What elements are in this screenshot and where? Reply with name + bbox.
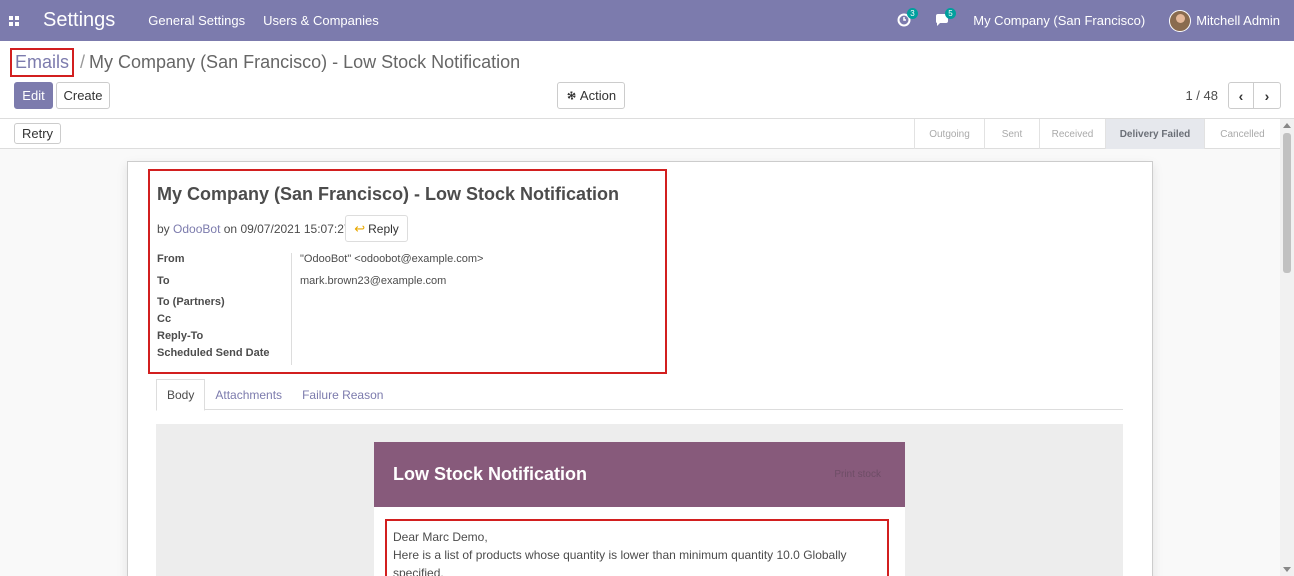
form-statusbar: Retry Outgoing Sent Received Delivery Fa… bbox=[0, 119, 1294, 149]
tab-failure-reason[interactable]: Failure Reason bbox=[292, 379, 393, 410]
status-step-delivery-failed[interactable]: Delivery Failed bbox=[1105, 119, 1204, 149]
chevron-left-icon: ‹ bbox=[1238, 87, 1244, 104]
status-step-received[interactable]: Received bbox=[1039, 119, 1105, 149]
control-panel: Emails / My Company (San Francisco) - Lo… bbox=[0, 41, 1294, 119]
mail-author-link[interactable]: OdooBot bbox=[173, 222, 220, 236]
action-label: Action bbox=[579, 88, 617, 103]
status-step-cancelled[interactable]: Cancelled bbox=[1204, 119, 1280, 149]
field-label-scheduled-date: Scheduled Send Date bbox=[157, 347, 270, 359]
action-button[interactable]: Action bbox=[557, 82, 625, 109]
email-title: Low Stock Notification bbox=[393, 464, 588, 484]
reply-arrow-icon: ↩ bbox=[354, 220, 366, 236]
messages-chat-icon[interactable]: 5 bbox=[935, 7, 956, 29]
activity-count-badge: 3 bbox=[907, 7, 918, 19]
reply-label: Reply bbox=[368, 221, 399, 236]
mail-header-box: My Company (San Francisco) - Low Stock N… bbox=[148, 169, 667, 374]
mail-date: 09/07/2021 15:07:27 bbox=[240, 222, 351, 236]
company-switcher[interactable]: My Company (San Francisco) bbox=[973, 13, 1145, 28]
activity-clock-icon[interactable]: 3 bbox=[897, 7, 918, 29]
scroll-down-arrow-icon[interactable] bbox=[1283, 567, 1291, 572]
messages-count-badge: 5 bbox=[945, 7, 956, 19]
status-step-sent[interactable]: Sent bbox=[984, 119, 1039, 149]
edit-button[interactable]: Edit bbox=[14, 82, 53, 109]
field-label-from: From bbox=[157, 253, 185, 265]
retry-button[interactable]: Retry bbox=[14, 123, 61, 144]
breadcrumb-emails-link[interactable]: Emails bbox=[10, 48, 75, 77]
chevron-right-icon: › bbox=[1264, 87, 1270, 104]
print-link[interactable]: Print stock bbox=[834, 469, 881, 480]
mail-subject: My Company (San Francisco) - Low Stock N… bbox=[157, 184, 620, 204]
email-content-box: Dear Marc Demo, Here is a list of produc… bbox=[385, 519, 889, 576]
form-sheet: My Company (San Francisco) - Low Stock N… bbox=[127, 161, 1153, 576]
user-avatar[interactable] bbox=[1169, 9, 1192, 32]
field-label-cc: Cc bbox=[157, 313, 172, 325]
gear-icon bbox=[567, 91, 576, 100]
field-label-to: To bbox=[157, 275, 170, 287]
pager-value[interactable]: 1 / 48 bbox=[1185, 88, 1218, 103]
email-header: Low Stock Notification Print stock bbox=[374, 442, 905, 507]
apps-menu-icon[interactable] bbox=[0, 0, 28, 41]
fields-divider bbox=[291, 253, 292, 365]
status-steps: Outgoing Sent Received Delivery Failed C… bbox=[914, 119, 1280, 149]
breadcrumb-separator: / bbox=[80, 52, 86, 72]
field-label-to-partners: To (Partners) bbox=[157, 296, 225, 308]
create-button[interactable]: Create bbox=[56, 82, 110, 109]
mail-byline: by OdooBot on 09/07/2021 15:07:27 bbox=[157, 222, 351, 236]
notebook-tabs: Body Attachments Failure Reason bbox=[156, 379, 1123, 411]
top-navbar: Settings General Settings Users & Compan… bbox=[0, 0, 1294, 41]
menu-general-settings[interactable]: General Settings bbox=[148, 13, 245, 28]
pager-previous-button[interactable]: ‹ bbox=[1228, 82, 1254, 109]
by-prefix: by bbox=[157, 222, 170, 236]
email-card: Low Stock Notification Print stock Dear … bbox=[374, 442, 905, 576]
email-text: Here is a list of products whose quantit… bbox=[393, 548, 847, 576]
tab-body[interactable]: Body bbox=[156, 379, 206, 411]
email-greeting: Dear Marc Demo, bbox=[393, 530, 488, 544]
field-value-from: "OdooBot" <odoobot@example.com> bbox=[300, 253, 484, 265]
scrollbar[interactable] bbox=[1280, 119, 1294, 576]
date-prefix: on bbox=[223, 222, 238, 236]
user-menu[interactable]: Mitchell Admin bbox=[1196, 13, 1280, 28]
scrollbar-thumb[interactable] bbox=[1283, 133, 1291, 273]
tab-attachments[interactable]: Attachments bbox=[205, 379, 292, 410]
status-step-outgoing[interactable]: Outgoing bbox=[914, 119, 984, 149]
menu-users-companies[interactable]: Users & Companies bbox=[263, 13, 379, 28]
field-value-to: mark.brown23@example.com bbox=[300, 275, 447, 287]
reply-button[interactable]: ↩ Reply bbox=[345, 215, 408, 242]
field-label-reply-to: Reply-To bbox=[157, 330, 204, 342]
breadcrumb: Emails / My Company (San Francisco) - Lo… bbox=[10, 48, 520, 77]
app-title[interactable]: Settings bbox=[43, 9, 115, 32]
breadcrumb-current: My Company (San Francisco) - Low Stock N… bbox=[89, 52, 521, 72]
scroll-up-arrow-icon[interactable] bbox=[1283, 123, 1291, 128]
pager-next-button[interactable]: › bbox=[1253, 82, 1281, 109]
email-body-preview: Low Stock Notification Print stock Dear … bbox=[156, 424, 1123, 576]
